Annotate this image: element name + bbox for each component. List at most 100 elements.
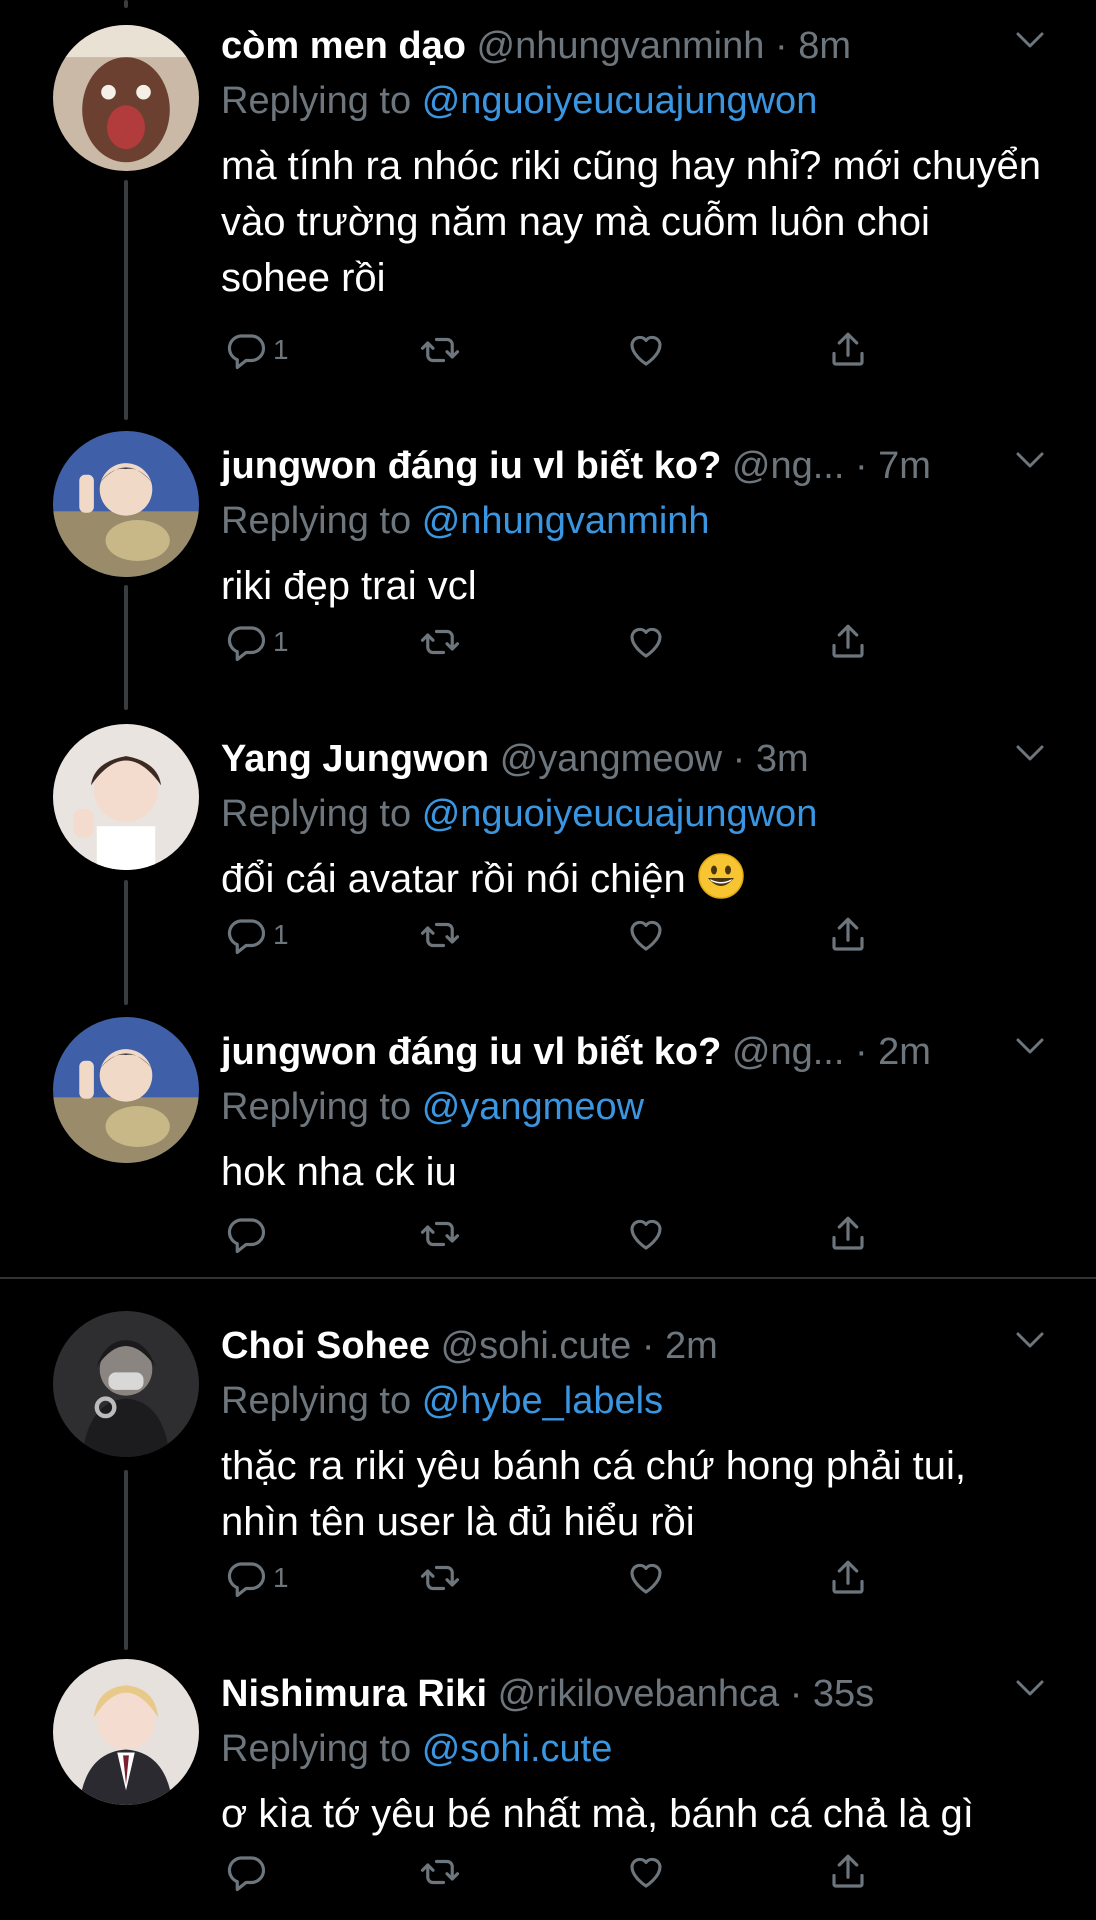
tweet[interactable]: jungwon đáng iu vl biết ko? @ng... · 7m …: [0, 420, 1096, 710]
display-name[interactable]: Choi Sohee: [221, 1325, 430, 1367]
chevron-down-icon[interactable]: [1014, 448, 1046, 472]
chevron-down-icon[interactable]: [1014, 1328, 1046, 1352]
chevron-down-icon[interactable]: [1014, 1034, 1046, 1058]
replying-to-handle[interactable]: @yangmeow: [422, 1086, 644, 1128]
display-name[interactable]: Yang Jungwon: [221, 738, 489, 780]
like-button[interactable]: [625, 911, 667, 959]
share-button[interactable]: [827, 911, 869, 959]
retweet-button[interactable]: [419, 1554, 461, 1602]
tweet-text: thặc ra riki yêu bánh cá chứ hong phải t…: [221, 1444, 966, 1544]
reply-count: 1: [273, 334, 289, 365]
avatar[interactable]: [53, 724, 199, 870]
share-icon: [832, 332, 864, 366]
action-bar: [221, 1848, 901, 1896]
like-button[interactable]: [625, 618, 667, 666]
like-button[interactable]: [625, 1554, 667, 1602]
share-button[interactable]: [827, 618, 869, 666]
user-handle[interactable]: @nhungvanminh: [477, 25, 765, 67]
reply-icon: [227, 626, 266, 662]
chevron-down-icon[interactable]: [1014, 1676, 1046, 1700]
reply-button[interactable]: 1: [225, 326, 289, 374]
timestamp[interactable]: 8m: [798, 25, 851, 67]
user-handle[interactable]: @sohi.cute: [441, 1325, 632, 1367]
tweet-text: mà tính ra nhóc riki cũng hay nhỉ? mới c…: [221, 144, 1041, 300]
display-name[interactable]: jungwon đáng iu vl biết ko?: [221, 445, 721, 487]
timestamp[interactable]: 3m: [756, 738, 809, 780]
user-handle[interactable]: @ng...: [732, 445, 845, 487]
retweet-button[interactable]: [419, 326, 461, 374]
reply-button[interactable]: 1: [225, 911, 289, 959]
replying-to: Replying to @hybe_labels: [221, 1378, 663, 1424]
timestamp[interactable]: 2m: [665, 1325, 718, 1367]
display-name[interactable]: còm men dạo: [221, 25, 466, 67]
tweet-header: Nishimura Riki @rikilovebanhca · 35s: [221, 1673, 875, 1715]
replying-to-handle[interactable]: @nhungvanminh: [422, 500, 710, 542]
tweet-header: còm men dạo @nhungvanminh · 8m: [221, 25, 851, 67]
retweet-button[interactable]: [419, 911, 461, 959]
tweet[interactable]: Choi Sohee @sohi.cute · 2m Replying to @…: [0, 1300, 1096, 1640]
avatar[interactable]: [53, 1659, 199, 1805]
avatar[interactable]: [53, 431, 199, 577]
tweet-text: hok nha ck iu: [221, 1150, 457, 1194]
timestamp[interactable]: 35s: [813, 1673, 874, 1715]
replying-to-label: Replying to: [221, 793, 412, 835]
reply-button[interactable]: [225, 1210, 273, 1258]
share-button[interactable]: [827, 1848, 869, 1896]
replying-to-label: Replying to: [221, 1380, 412, 1422]
share-icon: [832, 1216, 864, 1250]
timestamp[interactable]: 7m: [878, 445, 931, 487]
tweet[interactable]: Yang Jungwon @yangmeow · 3m Replying to …: [0, 713, 1096, 1003]
action-bar: 1: [221, 618, 901, 666]
replying-to: Replying to @nguoiyeucuajungwon: [221, 78, 817, 124]
grinning-face-emoji: [698, 853, 744, 899]
heart-icon: [630, 920, 662, 951]
reply-count: 1: [273, 919, 289, 950]
reply-count: 1: [273, 626, 289, 657]
avatar[interactable]: [53, 1311, 199, 1457]
tweet-text-container: đổi cái avatar rồi nói chiện: [221, 851, 1041, 907]
reply-icon: [227, 334, 266, 370]
share-button[interactable]: [827, 1210, 869, 1258]
replying-to-handle[interactable]: @sohi.cute: [422, 1728, 613, 1770]
replying-to: Replying to @yangmeow: [221, 1084, 644, 1130]
tweet[interactable]: Nishimura Riki @rikilovebanhca · 35s Rep…: [0, 1648, 1096, 1920]
like-button[interactable]: [625, 1848, 667, 1896]
chevron-down-icon[interactable]: [1014, 28, 1046, 52]
user-handle[interactable]: @yangmeow: [500, 738, 722, 780]
replying-to-handle[interactable]: @hybe_labels: [422, 1380, 663, 1422]
user-handle[interactable]: @rikilovebanhca: [498, 1673, 780, 1715]
retweet-icon: [420, 922, 460, 948]
tweet-text: riki đẹp trai vcl: [221, 564, 477, 608]
retweet-button[interactable]: [419, 1848, 461, 1896]
display-name[interactable]: Nishimura Riki: [221, 1673, 487, 1715]
share-button[interactable]: [827, 326, 869, 374]
timestamp[interactable]: 2m: [878, 1031, 931, 1073]
chevron-down-icon[interactable]: [1014, 741, 1046, 765]
replying-to: Replying to @nguoiyeucuajungwon: [221, 791, 817, 837]
heart-icon: [630, 335, 662, 366]
reply-button[interactable]: 1: [225, 1554, 289, 1602]
avatar[interactable]: [53, 25, 199, 171]
reply-button[interactable]: 1: [225, 618, 289, 666]
reply-icon: [227, 1218, 266, 1254]
tweet[interactable]: jungwon đáng iu vl biết ko? @ng... · 2m …: [0, 1006, 1096, 1276]
retweet-button[interactable]: [419, 1210, 461, 1258]
tweet-header: Choi Sohee @sohi.cute · 2m: [221, 1325, 718, 1367]
share-button[interactable]: [827, 1554, 869, 1602]
like-button[interactable]: [625, 1210, 667, 1258]
heart-icon: [630, 1219, 662, 1250]
reply-icon: [227, 919, 266, 955]
tweet-header: jungwon đáng iu vl biết ko? @ng... · 2m: [221, 1031, 931, 1073]
retweet-button[interactable]: [419, 618, 461, 666]
tweet[interactable]: còm men dạo @nhungvanminh · 8m Replying …: [0, 0, 1096, 420]
display-name[interactable]: jungwon đáng iu vl biết ko?: [221, 1031, 721, 1073]
replying-to-handle[interactable]: @nguoiyeucuajungwon: [422, 80, 818, 122]
like-button[interactable]: [625, 326, 667, 374]
avatar[interactable]: [53, 1017, 199, 1163]
replying-to-handle[interactable]: @nguoiyeucuajungwon: [422, 793, 818, 835]
user-handle[interactable]: @ng...: [732, 1031, 845, 1073]
retweet-icon: [420, 1859, 460, 1885]
action-bar: 1: [221, 1554, 901, 1602]
reply-button[interactable]: [225, 1848, 273, 1896]
replying-to: Replying to @nhungvanminh: [221, 498, 710, 544]
